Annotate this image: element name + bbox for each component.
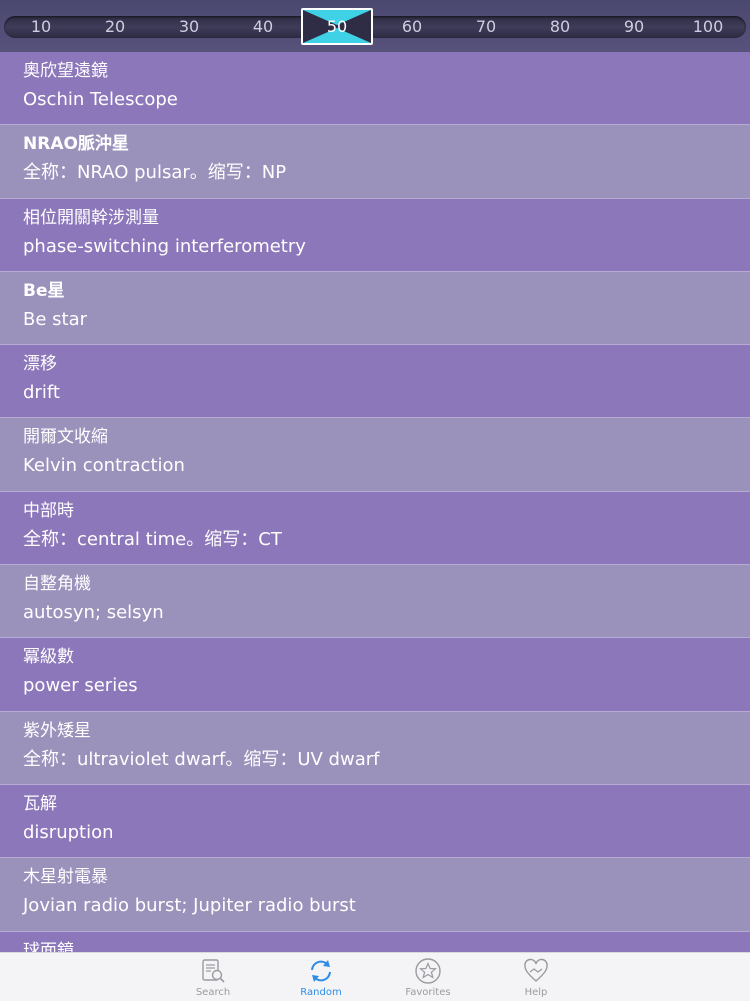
tab-favorites-label: Favorites <box>405 987 451 998</box>
entry-chinese: 自整角機 <box>23 574 91 595</box>
entry-chinese: 漂移 <box>23 354 57 375</box>
tab-help-label: Help <box>524 987 548 998</box>
tab-help[interactable]: Help <box>496 953 576 1001</box>
entry-english: disruption <box>23 821 114 843</box>
list-item[interactable]: 中部時 全称：central time。缩写：CT <box>0 491 750 566</box>
entry-chinese: 紫外矮星 <box>23 720 91 741</box>
entry-english: 全称：ultraviolet dwarf。缩写：UV dwarf <box>23 748 380 770</box>
ruler-tick-30[interactable]: 30 <box>159 16 219 38</box>
entry-chinese: 木星射電暴 <box>23 867 108 888</box>
tab-search-label: Search <box>195 987 231 998</box>
entry-chinese: Be星 <box>23 280 65 301</box>
star-icon <box>415 958 441 984</box>
list-item[interactable]: 自整角機 autosyn; selsyn <box>0 565 750 639</box>
search-document-icon <box>202 959 225 983</box>
ruler-tick-20[interactable]: 20 <box>85 16 145 38</box>
list-item[interactable]: 木星射電暴 Jovian radio burst; Jupiter radio … <box>0 858 750 932</box>
entry-english: Jovian radio burst; Jupiter radio burst <box>23 895 356 917</box>
list-item[interactable]: 紫外矮星 全称：ultraviolet dwarf。缩写：UV dwarf <box>0 711 750 785</box>
entry-english: Kelvin contraction <box>23 455 185 477</box>
heart-hands-icon <box>524 958 548 982</box>
ruler-tick-80[interactable]: 80 <box>530 16 590 38</box>
tab-bar: Search Random Favorites Help <box>0 952 750 1001</box>
tab-random-label: Random <box>300 987 342 998</box>
list-item[interactable]: 相位開關幹涉測量 phase-switching interferometry <box>0 198 750 272</box>
ruler-tick-60[interactable]: 60 <box>382 16 442 38</box>
entry-chinese: 奧欣望遠鏡 <box>23 61 108 81</box>
ruler-tick-70[interactable]: 70 <box>456 16 516 38</box>
entry-chinese: 冪級數 <box>23 647 74 668</box>
ruler-tick-90[interactable]: 90 <box>604 16 664 38</box>
list-item[interactable]: Be星 Be star <box>0 271 750 346</box>
list-item[interactable]: 開爾文收縮 Kelvin contraction <box>0 418 750 492</box>
tab-search[interactable]: Search <box>173 953 253 1001</box>
list-item[interactable]: NRAO脈沖星 全称：NRAO pulsar。缩写：NP <box>0 125 750 199</box>
ruler-selector[interactable]: 50 <box>301 8 373 45</box>
entry-chinese: 瓦解 <box>23 793 57 814</box>
entry-chinese: 相位開關幹涉測量 <box>23 207 159 228</box>
entry-chinese: 開爾文收縮 <box>23 427 108 448</box>
entry-list[interactable]: 奧欣望遠鏡 Oschin Telescope NRAO脈沖星 全称：NRAO p… <box>0 52 750 952</box>
entry-chinese: 球面鏡 <box>23 940 74 952</box>
list-item[interactable]: 奧欣望遠鏡 Oschin Telescope <box>0 52 750 126</box>
ruler-tick-100[interactable]: 100 <box>678 16 738 38</box>
entry-english: 全称：NRAO pulsar。缩写：NP <box>23 162 287 184</box>
tab-random[interactable]: Random <box>281 953 361 1001</box>
ruler-tick-10[interactable]: 10 <box>11 16 71 38</box>
entry-english: Be star <box>23 308 88 330</box>
entry-english: drift <box>23 382 60 404</box>
entry-chinese: NRAO脈沖星 <box>23 134 129 155</box>
entry-english: autosyn; selsyn <box>23 602 164 624</box>
ruler-tick-40[interactable]: 40 <box>233 16 293 38</box>
page-ruler-bar: 10 20 30 40 60 70 80 90 100 50 <box>0 0 750 52</box>
refresh-icon <box>311 960 331 982</box>
entry-english: power series <box>23 675 138 697</box>
entry-english: 全称：central time。缩写：CT <box>23 528 282 550</box>
tab-favorites[interactable]: Favorites <box>388 953 468 1001</box>
entry-chinese: 中部時 <box>23 500 74 521</box>
entry-english: phase-switching interferometry <box>23 235 306 257</box>
ruler-selected-value: 50 <box>326 17 348 36</box>
list-item[interactable]: 瓦解 disruption <box>0 784 750 859</box>
list-item[interactable]: 球面鏡 <box>0 931 750 952</box>
list-item[interactable]: 冪級數 power series <box>0 638 750 712</box>
list-item[interactable]: 漂移 drift <box>0 345 750 419</box>
entry-english: Oschin Telescope <box>23 89 178 110</box>
